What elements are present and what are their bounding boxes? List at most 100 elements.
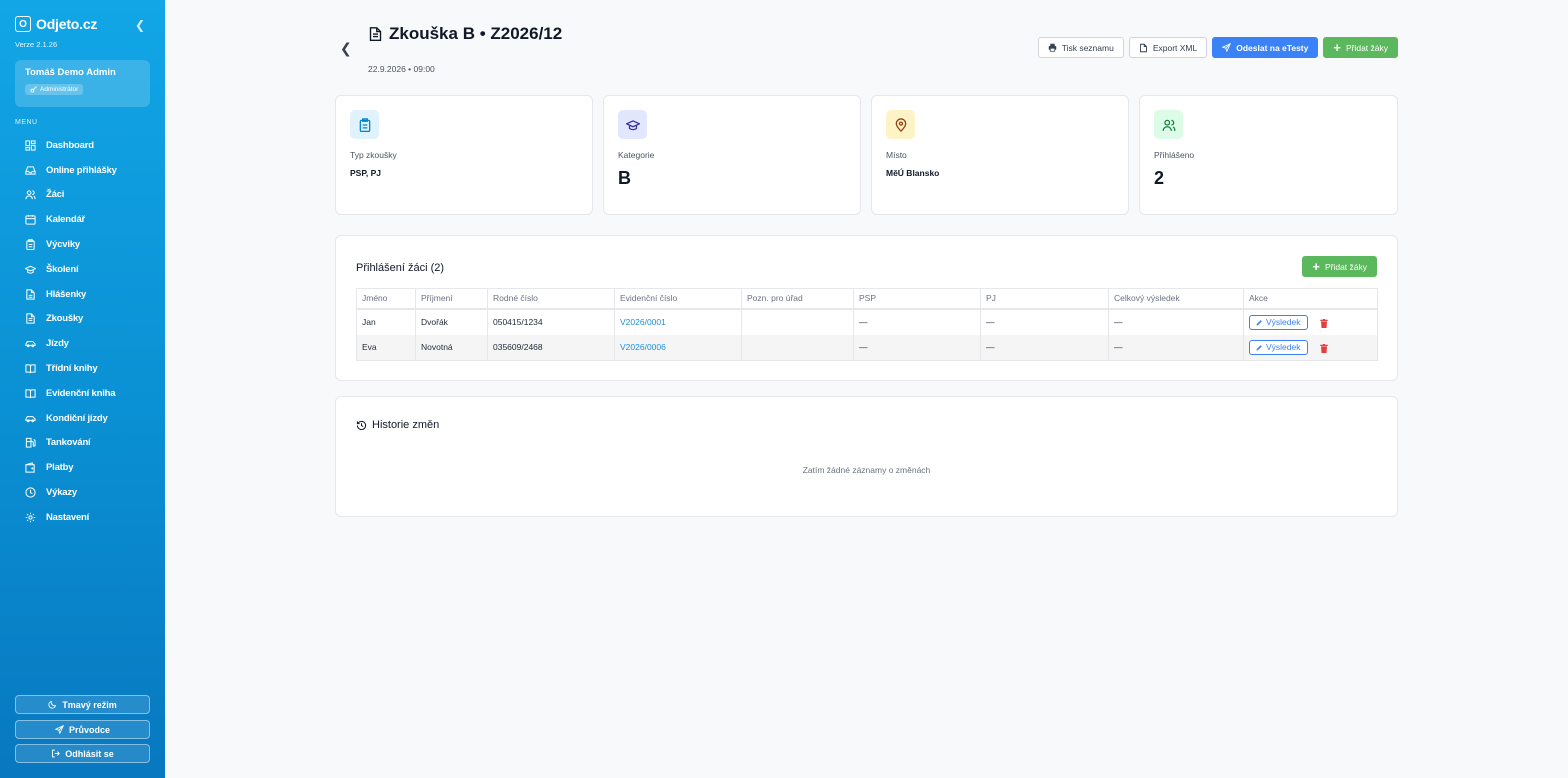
add-students-label: Přidat žáky	[1345, 42, 1388, 53]
total-result-cell: —	[1108, 334, 1244, 361]
column-header[interactable]: Celkový výsledek	[1108, 288, 1244, 310]
sidebar-item-kalendar[interactable]: Kalendář	[15, 207, 150, 232]
user-card[interactable]: Tomáš Demo Admin Administrátor	[15, 60, 150, 107]
history-title-label: Historie změn	[372, 419, 440, 431]
result-label: Výsledek	[1266, 342, 1301, 353]
stat-label: Přihlášeno	[1154, 150, 1195, 160]
office-note-cell	[741, 334, 854, 361]
user-name: Tomáš Demo Admin	[25, 67, 116, 78]
registered-students-card: Přihlášení žáci (2) + Přidat žáky Jméno …	[335, 235, 1398, 381]
plus-icon: +	[1333, 40, 1341, 55]
sidebar-item-hlasenky[interactable]: Hlášenky	[15, 282, 150, 307]
sidebar-item-skoleni[interactable]: Školení	[15, 257, 150, 282]
clipboard-icon	[26, 239, 35, 251]
last-name-cell: Dvořák	[415, 308, 488, 335]
sidebar-item-label: Třídní knihy	[46, 363, 98, 375]
column-header[interactable]: Evidenční číslo	[614, 288, 742, 310]
sidebar-item-label: Kalendář	[46, 214, 86, 226]
sidebar-item-vycviky[interactable]: Výcviky	[15, 232, 150, 257]
map-pin-icon	[895, 117, 906, 132]
send-etesty-button[interactable]: Odeslat na eTesty	[1212, 37, 1319, 58]
export-xml-button[interactable]: Export XML	[1128, 37, 1208, 58]
actions-cell: Výsledek	[1243, 334, 1378, 361]
result-button[interactable]: Výsledek	[1249, 339, 1308, 355]
stat-card-place: Místo MěÚ Blansko	[871, 95, 1129, 215]
column-header[interactable]: Rodné číslo	[487, 288, 615, 310]
add-students-button[interactable]: + Přidat žáky	[1302, 256, 1377, 277]
stat-value: MěÚ Blansko	[886, 168, 940, 178]
add-students-button[interactable]: + Přidat žáky	[1323, 37, 1398, 58]
page-title: Zkouška B • Z2026/12	[389, 24, 563, 43]
trash-icon[interactable]	[1320, 344, 1328, 353]
graduation-cap-icon	[25, 265, 36, 274]
registration-number-link[interactable]: V2026/0006	[620, 342, 666, 352]
sidebar-item-label: Zkoušky	[46, 313, 84, 325]
print-list-button[interactable]: Tisk seznamu	[1037, 37, 1124, 58]
birth-number-cell: 035609/2468	[487, 334, 615, 361]
stat-value: B	[618, 168, 631, 188]
column-header[interactable]: PJ	[980, 288, 1109, 310]
back-chevron-icon[interactable]: ❮	[340, 40, 352, 57]
send-icon	[1222, 43, 1232, 52]
sidebar-item-evidencni-kniha[interactable]: Evidenční kniha	[15, 381, 150, 406]
fuel-icon	[25, 438, 36, 449]
logout-button[interactable]: Odhlásit se	[15, 744, 150, 763]
guide-button[interactable]: Průvodce	[15, 720, 150, 739]
sidebar-item-tridni-knihy[interactable]: Třídní knihy	[15, 356, 150, 381]
collapse-sidebar-icon[interactable]: ❮	[135, 18, 145, 32]
dark-mode-button[interactable]: Tmavý režim	[15, 695, 150, 714]
sidebar-item-vykazy[interactable]: Výkazy	[15, 480, 150, 505]
trash-icon[interactable]	[1320, 318, 1328, 328]
brand[interactable]: O Odjeto.cz	[15, 16, 97, 32]
column-header[interactable]: PSP	[853, 288, 981, 310]
sidebar-item-label: Tankování	[46, 437, 91, 449]
export-xml-label: Export XML	[1152, 42, 1198, 53]
clipboard-icon	[359, 117, 370, 132]
stat-card-exam-type: Typ zkoušky PSP, PJ	[335, 95, 593, 215]
column-header[interactable]: Jméno	[356, 288, 416, 310]
wallet-icon	[25, 462, 35, 473]
first-name-cell: Eva	[356, 334, 416, 361]
birth-number-cell: 050415/1234	[487, 308, 615, 335]
sidebar-item-label: Výcviky	[46, 239, 80, 251]
dark-mode-label: Tmavý režim	[62, 699, 117, 710]
column-header[interactable]: Pozn. pro úřad	[741, 288, 854, 310]
file-icon	[1139, 43, 1147, 52]
users-icon	[25, 190, 36, 200]
file-icon	[26, 289, 35, 300]
calendar-icon	[25, 215, 36, 225]
sidebar-menu: Dashboard Online přihlášky Žáci Kalendář…	[15, 133, 150, 530]
logout-icon	[52, 749, 61, 758]
sidebar-item-dashboard[interactable]: Dashboard	[15, 133, 150, 158]
history-title: Historie změn	[356, 419, 1377, 431]
table-header-row: Jméno Příjmení Rodné číslo Evidenční čís…	[356, 288, 1378, 310]
stat-card-registered: Přihlášeno 2	[1139, 95, 1398, 215]
logo-icon: O	[15, 16, 31, 32]
sidebar-item-label: Platby	[46, 462, 74, 474]
sidebar-item-kondicni-jizdy[interactable]: Kondiční jízdy	[15, 406, 150, 431]
sidebar-item-zaci[interactable]: Žáci	[15, 183, 150, 208]
section-title: Přihlášení žáci (2)	[356, 262, 445, 274]
sidebar-item-zkousky[interactable]: Zkoušky	[15, 307, 150, 332]
role-label: Administrátor	[40, 86, 79, 93]
sidebar-item-jizdy[interactable]: Jízdy	[15, 331, 150, 356]
column-header[interactable]: Příjmení	[415, 288, 488, 310]
stat-value: 2	[1154, 168, 1165, 188]
inbox-icon	[25, 166, 36, 175]
registration-number-link[interactable]: V2026/0001	[620, 317, 666, 327]
sidebar-item-online-prihlasky[interactable]: Online přihlášky	[15, 158, 150, 183]
sidebar: O Odjeto.cz ❮ Verze 2.1.26 Tomáš Demo Ad…	[0, 0, 165, 778]
add-students-label: Přidat žáky	[1324, 261, 1367, 272]
sidebar-item-platby[interactable]: Platby	[15, 455, 150, 480]
sidebar-item-nastaveni[interactable]: Nastavení	[15, 505, 150, 530]
plus-icon: +	[1312, 259, 1320, 274]
file-text-icon	[26, 313, 35, 325]
dashboard-icon	[25, 140, 36, 151]
table-row: Eva Novotná 035609/2468 V2026/0006 — — —…	[356, 334, 1378, 361]
sidebar-item-label: Evidenční kniha	[46, 387, 116, 399]
sidebar-item-tankovani[interactable]: Tankování	[15, 431, 150, 456]
result-button[interactable]: Výsledek	[1249, 314, 1308, 330]
stat-label: Kategorie	[618, 150, 655, 160]
sidebar-item-label: Výkazy	[46, 487, 78, 499]
sidebar-item-label: Online přihlášky	[46, 164, 117, 176]
